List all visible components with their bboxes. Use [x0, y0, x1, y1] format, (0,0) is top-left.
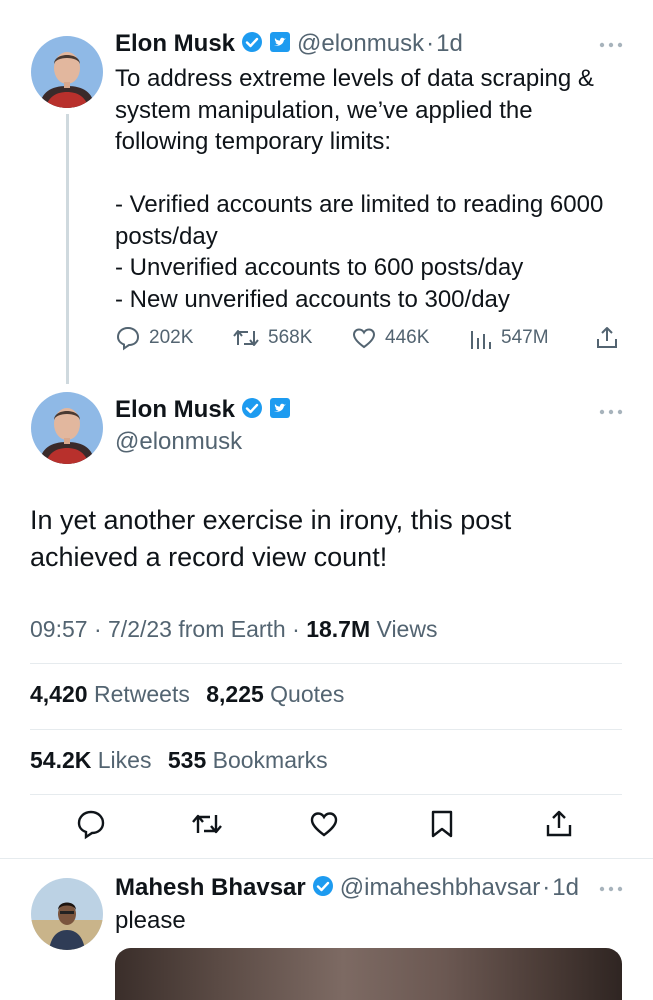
tweet-source: from Earth — [178, 616, 286, 642]
divider — [30, 729, 622, 730]
timestamp[interactable]: 1d — [436, 30, 463, 58]
divider — [30, 663, 622, 664]
avatar[interactable] — [31, 36, 103, 108]
bookmark-button[interactable] — [426, 808, 458, 845]
thread-connector-line — [66, 114, 69, 384]
heart-icon — [351, 325, 377, 351]
attached-image[interactable] — [115, 948, 622, 1000]
tweet-date[interactable]: 7/2/23 — [108, 616, 172, 642]
retweet-icon — [232, 325, 260, 351]
tweet-text: To address extreme levels of data scrapi… — [115, 65, 604, 313]
bookmarks-stat[interactable]: 535 Bookmarks — [168, 747, 328, 773]
quotes-stat[interactable]: 8,225 Quotes — [206, 681, 344, 707]
author-handle[interactable]: @imaheshbhavsar — [340, 874, 540, 902]
tweet-text: please — [115, 907, 186, 934]
like-bookmark-stats: 54.2K Likes 535 Bookmarks — [30, 747, 328, 774]
bookmark-icon — [431, 810, 453, 838]
more-options-icon[interactable] — [598, 885, 624, 893]
reply-count: 202K — [149, 327, 194, 348]
focused-action-bar — [0, 808, 653, 848]
verified-badge-icon — [312, 875, 334, 902]
share-button[interactable] — [543, 808, 575, 845]
separator-dot: · — [426, 30, 435, 57]
verified-badge-icon — [241, 31, 263, 58]
views-chart-icon — [469, 325, 493, 351]
views-count[interactable]: 18.7M — [306, 616, 370, 642]
divider — [0, 858, 653, 859]
verified-badge-icon — [241, 397, 263, 424]
avatar[interactable] — [31, 878, 103, 950]
author-handle[interactable]: @elonmusk — [115, 428, 242, 456]
heart-icon — [310, 812, 338, 837]
bookmarks-label: Bookmarks — [212, 747, 328, 773]
like-button[interactable]: 446K — [351, 325, 429, 351]
timestamp[interactable]: 1d — [552, 874, 579, 902]
quotes-label: Quotes — [270, 681, 345, 707]
likes-label: Likes — [97, 747, 152, 773]
author-name[interactable]: Elon Musk — [115, 30, 235, 58]
retweets-label: Retweets — [93, 681, 190, 707]
like-count: 446K — [385, 327, 430, 348]
tweet-time[interactable]: 09:57 — [30, 616, 88, 642]
retweets-count: 4,420 — [30, 681, 88, 707]
like-button[interactable] — [308, 808, 340, 845]
tweet-header: Elon Musk @elonmusk · 1d — [115, 30, 463, 58]
quotes-count: 8,225 — [206, 681, 264, 707]
retweet-icon — [192, 814, 222, 834]
author-name[interactable]: Mahesh Bhavsar — [115, 874, 306, 902]
tweet-header: Elon Musk — [115, 396, 291, 424]
reply-icon — [77, 810, 105, 840]
share-button[interactable] — [594, 325, 620, 351]
reply-button[interactable]: 202K — [115, 325, 193, 351]
more-options-icon[interactable] — [598, 408, 624, 416]
likes-count: 54.2K — [30, 747, 92, 773]
views-button[interactable]: 547M — [469, 325, 549, 351]
more-options-icon[interactable] — [598, 41, 624, 49]
retweet-quote-stats: 4,420 Retweets 8,225 Quotes — [30, 681, 344, 708]
tweet-text: In yet another exercise in irony, this p… — [30, 505, 512, 572]
twitter-affiliate-badge-icon — [269, 31, 291, 58]
retweets-stat[interactable]: 4,420 Retweets — [30, 681, 190, 707]
share-icon — [594, 325, 620, 351]
divider — [30, 794, 622, 795]
views-count: 547M — [501, 327, 549, 348]
thread-parent-tweet[interactable]: Elon Musk @elonmusk · 1d To address extr… — [0, 0, 653, 384]
tweet-metadata: 09:57 · 7/2/23 from Earth · 18.7M Views — [30, 616, 438, 642]
retweet-count: 568K — [268, 327, 313, 348]
twitter-affiliate-badge-icon — [269, 397, 291, 424]
bookmarks-count: 535 — [167, 747, 207, 773]
retweet-button[interactable] — [190, 808, 224, 845]
likes-stat[interactable]: 54.2K Likes — [30, 747, 151, 773]
reply-button[interactable] — [75, 808, 107, 845]
tweet-header: Mahesh Bhavsar @imaheshbhavsar · 1d — [115, 874, 579, 902]
views-label[interactable]: Views — [377, 616, 438, 642]
avatar[interactable] — [31, 392, 103, 464]
retweet-button[interactable]: 568K — [232, 325, 312, 351]
reply-icon — [115, 325, 141, 351]
share-icon — [546, 810, 572, 837]
separator-dot: · — [542, 874, 551, 901]
author-handle[interactable]: @elonmusk — [297, 30, 424, 58]
tweet-action-bar: 202K 568K 446K 547M — [115, 325, 625, 355]
author-name[interactable]: Elon Musk — [115, 396, 235, 424]
